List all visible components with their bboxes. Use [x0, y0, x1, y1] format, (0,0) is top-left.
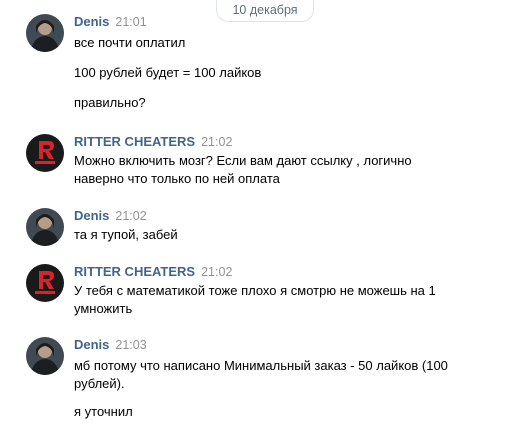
message-header: Denis 21:01 [74, 14, 147, 30]
message-text: 100 рублей будет = 100 лайков [74, 65, 262, 80]
message-time[interactable]: 21:02 [115, 209, 146, 223]
message-header: Denis 21:02 [74, 208, 147, 224]
message-text: У тебя с математикой тоже плохо я смотрю… [74, 283, 436, 298]
author-name[interactable]: Denis [74, 337, 109, 352]
message-text: рублей). [74, 376, 125, 391]
message-time[interactable]: 21:02 [201, 135, 232, 149]
message-text: та я тупой, забей [74, 227, 178, 242]
message-time[interactable]: 21:03 [115, 338, 146, 352]
message-header: Denis 21:03 [74, 337, 147, 353]
author-name[interactable]: Denis [74, 14, 109, 29]
message-time[interactable]: 21:02 [201, 265, 232, 279]
message-text: правильно? [74, 95, 146, 110]
message-header: RITTER CHEATERS 21:02 [74, 264, 232, 280]
denis-avatar[interactable] [26, 208, 64, 246]
author-name[interactable]: Denis [74, 208, 109, 223]
message-text: наверно что только по ней оплата [74, 171, 280, 186]
author-name[interactable]: RITTER CHEATERS [74, 264, 195, 279]
message-time[interactable]: 21:01 [115, 15, 146, 29]
message-text: я уточнил [74, 404, 133, 419]
message-text: умножить [74, 301, 133, 316]
date-divider: 10 декабря [216, 0, 314, 22]
message-text: все почти оплатил [74, 35, 186, 50]
ritter-avatar[interactable] [26, 134, 64, 172]
denis-avatar[interactable] [26, 337, 64, 375]
author-name[interactable]: RITTER CHEATERS [74, 134, 195, 149]
denis-avatar[interactable] [26, 14, 64, 52]
message-text: Можно включить мозг? Если вам дают ссылк… [74, 153, 412, 168]
ritter-avatar[interactable] [26, 264, 64, 302]
message-text: мб потому что написано Минимальный заказ… [74, 358, 448, 373]
message-header: RITTER CHEATERS 21:02 [74, 134, 232, 150]
